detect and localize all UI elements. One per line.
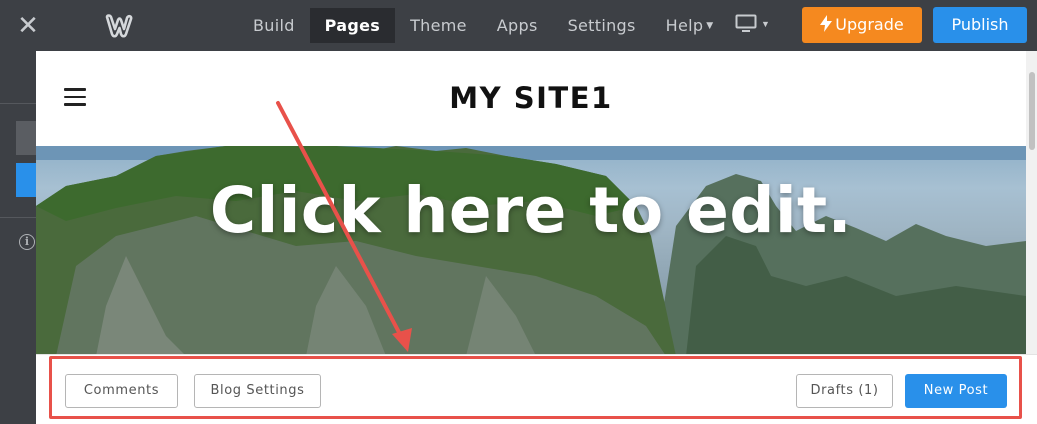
- nav-settings[interactable]: Settings: [553, 8, 651, 43]
- scrollbar-thumb[interactable]: [1029, 72, 1035, 150]
- nav-build[interactable]: Build: [238, 8, 310, 43]
- new-post-button[interactable]: New Post: [905, 374, 1007, 408]
- sidebar-divider: [0, 103, 36, 104]
- hero-heading[interactable]: Click here to edit.: [36, 174, 1026, 247]
- sidebar-tab-active[interactable]: [16, 163, 36, 197]
- new-post-label: New Post: [923, 383, 989, 398]
- sidebar-tab[interactable]: [16, 121, 36, 155]
- site-header: MY SITE1: [36, 51, 1026, 146]
- drafts-button[interactable]: Drafts (1): [796, 374, 893, 408]
- blog-settings-label: Blog Settings: [210, 383, 305, 398]
- nav-apps-label: Apps: [496, 16, 538, 35]
- nav-apps[interactable]: Apps: [482, 8, 553, 43]
- site-title[interactable]: MY SITE1: [36, 81, 1026, 115]
- nav-help-label: Help: [665, 16, 704, 35]
- upgrade-button[interactable]: Upgrade: [802, 7, 922, 43]
- sidebar-divider: [0, 217, 36, 218]
- main-nav: Build Pages Theme Apps Settings Help ▼: [238, 8, 729, 43]
- device-switcher[interactable]: ▼: [735, 14, 770, 34]
- nav-settings-label: Settings: [567, 16, 636, 35]
- comments-label: Comments: [83, 383, 160, 398]
- info-icon[interactable]: i: [19, 234, 35, 250]
- hero-banner[interactable]: Click here to edit.: [36, 146, 1026, 356]
- upgrade-label: Upgrade: [835, 15, 904, 34]
- blog-settings-button[interactable]: Blog Settings: [194, 374, 321, 408]
- publish-button[interactable]: Publish: [933, 7, 1027, 43]
- nav-pages[interactable]: Pages: [309, 8, 396, 43]
- caret-down-icon: ▼: [761, 19, 770, 29]
- close-icon[interactable]: ✕: [14, 12, 42, 40]
- top-toolbar: ✕ Build Pages Theme Apps Settings Help ▼ …: [0, 0, 1037, 51]
- drafts-label: Drafts (1): [810, 383, 879, 398]
- nav-help[interactable]: Help ▼: [651, 8, 729, 43]
- nav-build-label: Build: [253, 16, 295, 35]
- desktop-monitor-icon: [735, 14, 757, 32]
- caret-down-icon: ▼: [706, 21, 714, 31]
- weebly-logo-icon[interactable]: [104, 11, 134, 41]
- publish-label: Publish: [951, 15, 1009, 34]
- left-sidebar: i: [0, 51, 36, 424]
- nav-theme[interactable]: Theme: [395, 8, 482, 43]
- nav-theme-label: Theme: [410, 16, 467, 35]
- nav-pages-label: Pages: [324, 16, 381, 35]
- lightning-bolt-icon: [820, 15, 833, 32]
- comments-button[interactable]: Comments: [65, 374, 178, 408]
